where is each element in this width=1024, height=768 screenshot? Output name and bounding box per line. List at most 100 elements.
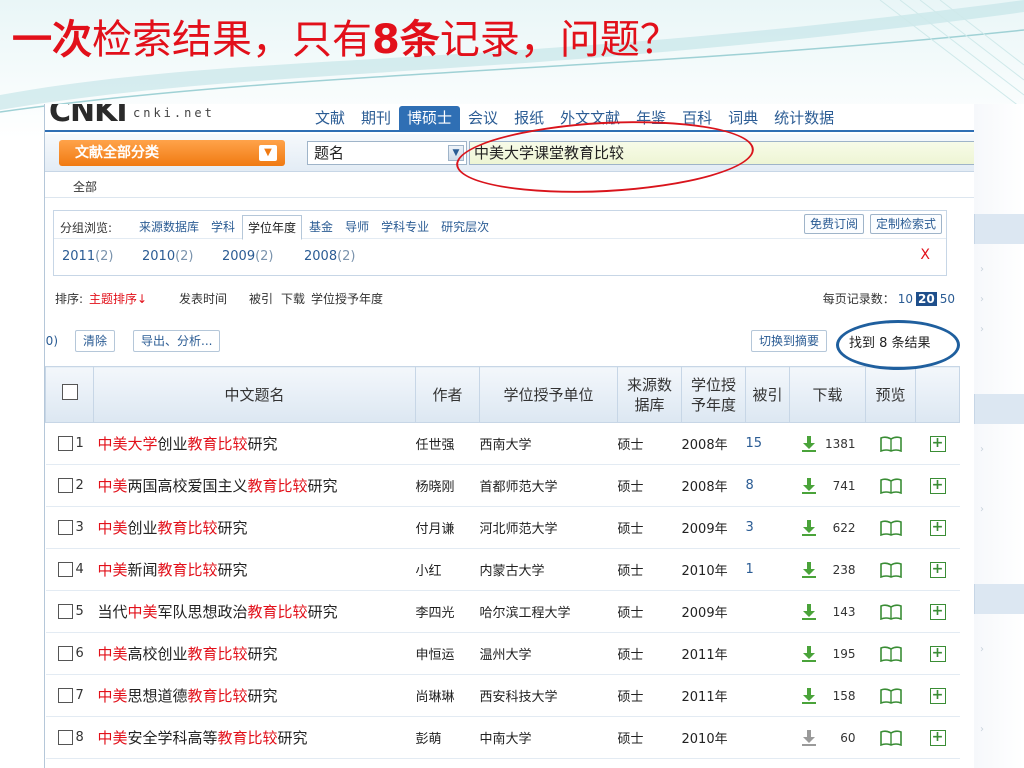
sort-option[interactable]: 下载 [281, 290, 305, 307]
sort-option[interactable]: 学位授予年度 [311, 290, 383, 307]
row-author[interactable]: 尚琳琳 [415, 674, 480, 717]
plus-icon[interactable]: + [929, 561, 946, 578]
book-icon[interactable] [879, 729, 902, 746]
row-unit[interactable]: 内蒙古大学 [479, 548, 618, 591]
sort-option[interactable]: 被引 [249, 290, 273, 307]
row-checkbox[interactable] [57, 562, 73, 577]
category-button[interactable]: 文献全部分类 ▼ [59, 140, 285, 166]
row-checkbox[interactable] [57, 604, 73, 619]
row-author[interactable]: 申恒运 [415, 632, 480, 675]
book-icon[interactable] [879, 603, 902, 620]
download-icon[interactable] [801, 687, 816, 704]
select-all-checkbox[interactable] [61, 384, 78, 400]
nav-tab[interactable]: 博硕士 [399, 106, 461, 130]
book-icon[interactable] [879, 561, 902, 578]
year-filter[interactable]: 2011(2) [62, 249, 114, 264]
group-tab[interactable]: 学科专业 [376, 215, 434, 240]
cnki-logo[interactable]: CNKI cnki.net [45, 104, 212, 129]
nav-tab[interactable]: 文献 [307, 106, 353, 130]
group-tab[interactable]: 学位年度 [242, 215, 303, 240]
book-icon[interactable] [879, 477, 902, 494]
row-unit[interactable]: 温州大学 [479, 632, 618, 675]
row-unit[interactable]: 河北师范大学 [479, 506, 618, 549]
row-checkbox[interactable] [57, 688, 73, 703]
row-title[interactable]: 中美高校创业教育比较研究 [93, 632, 416, 675]
nav-tab[interactable]: 年鉴 [628, 106, 674, 130]
plus-icon[interactable]: + [929, 603, 946, 620]
row-author[interactable]: 付月谦 [415, 506, 480, 549]
plus-icon[interactable]: + [929, 729, 946, 746]
sort-option[interactable]: 主题排序↓ [89, 290, 147, 307]
row-cited[interactable]: 1 [745, 548, 790, 591]
row-title[interactable]: 中美思想道德教育比较研究 [93, 674, 416, 717]
row-author[interactable]: 任世强 [415, 422, 480, 465]
row-cited[interactable]: 15 [745, 422, 790, 465]
row-checkbox[interactable] [57, 646, 73, 661]
row-cited[interactable]: 8 [745, 464, 790, 507]
row-title[interactable]: 中美大学创业教育比较研究 [93, 422, 416, 465]
nav-tab[interactable]: 期刊 [353, 106, 399, 130]
col-title[interactable]: 中文题名 [93, 366, 416, 423]
download-icon[interactable] [801, 477, 816, 494]
group-tab[interactable]: 基金 [304, 215, 338, 240]
row-unit[interactable]: 中南大学 [479, 716, 618, 759]
group-tab[interactable]: 来源数据库 [134, 215, 204, 240]
row-checkbox[interactable] [57, 478, 73, 493]
row-author[interactable]: 杨晓刚 [415, 464, 480, 507]
row-cited[interactable]: 3 [745, 506, 790, 549]
row-cited[interactable] [745, 716, 790, 759]
book-icon[interactable] [879, 645, 902, 662]
download-icon[interactable] [801, 603, 816, 620]
download-icon[interactable] [801, 645, 816, 662]
row-author[interactable]: 小红 [415, 548, 480, 591]
search-input[interactable]: 中美大学课堂教育比较 [469, 141, 974, 165]
nav-tab[interactable]: 百科 [674, 106, 720, 130]
row-author[interactable]: 李四光 [415, 590, 480, 633]
switch-abstract-button[interactable]: 切换到摘要 [751, 330, 828, 352]
book-icon[interactable] [879, 519, 902, 536]
row-cited[interactable] [745, 674, 790, 717]
row-cited[interactable] [745, 632, 790, 675]
row-unit[interactable]: 首都师范大学 [479, 464, 618, 507]
scope-all[interactable]: 全部 [73, 178, 97, 195]
close-icon[interactable]: X [920, 247, 930, 263]
plus-icon[interactable]: + [929, 645, 946, 662]
row-author[interactable]: 彭萌 [415, 716, 480, 759]
plus-icon[interactable]: + [929, 477, 946, 494]
plus-icon[interactable]: + [929, 435, 946, 452]
download-icon[interactable] [801, 561, 816, 578]
book-icon[interactable] [879, 687, 902, 704]
year-filter[interactable]: 2008(2) [304, 249, 356, 264]
subscribe-button[interactable]: 免费订阅 [803, 214, 864, 234]
field-select[interactable]: 题名 ▼ [307, 141, 467, 165]
clear-button[interactable]: 清除 [75, 330, 116, 352]
row-title[interactable]: 中美创业教育比较研究 [93, 506, 416, 549]
row-unit[interactable]: 西南大学 [479, 422, 618, 465]
select-all-cell[interactable] [45, 366, 94, 423]
export-button[interactable]: 导出、分析... [133, 330, 221, 352]
row-checkbox[interactable] [57, 520, 73, 535]
group-tab[interactable]: 研究层次 [436, 215, 494, 240]
chevron-down-icon[interactable]: ▼ [448, 145, 464, 161]
download-icon[interactable] [801, 519, 816, 536]
chevron-down-icon[interactable]: ▼ [259, 145, 277, 161]
year-filter[interactable]: 2010(2) [142, 249, 194, 264]
group-tab[interactable]: 学科 [206, 215, 240, 240]
row-checkbox[interactable] [57, 436, 73, 451]
row-title[interactable]: 中美新闻教育比较研究 [93, 548, 416, 591]
row-cited[interactable] [745, 590, 790, 633]
year-filter[interactable]: 2009(2) [222, 249, 274, 264]
plus-icon[interactable]: + [929, 519, 946, 536]
sort-option[interactable]: 发表时间 [179, 290, 227, 307]
row-unit[interactable]: 哈尔滨工程大学 [479, 590, 618, 633]
nav-tab[interactable]: 统计数据 [766, 106, 842, 130]
nav-tab[interactable]: 报纸 [506, 106, 552, 130]
row-checkbox[interactable] [57, 730, 73, 745]
nav-tab[interactable]: 会议 [460, 106, 506, 130]
group-tab[interactable]: 导师 [340, 215, 374, 240]
per-page-option[interactable]: 10 [898, 292, 913, 306]
custom-query-button[interactable]: 定制检索式 [869, 214, 942, 234]
row-title[interactable]: 中美安全学科高等教育比较研究 [93, 716, 416, 759]
row-unit[interactable]: 西安科技大学 [479, 674, 618, 717]
book-icon[interactable] [879, 435, 902, 452]
